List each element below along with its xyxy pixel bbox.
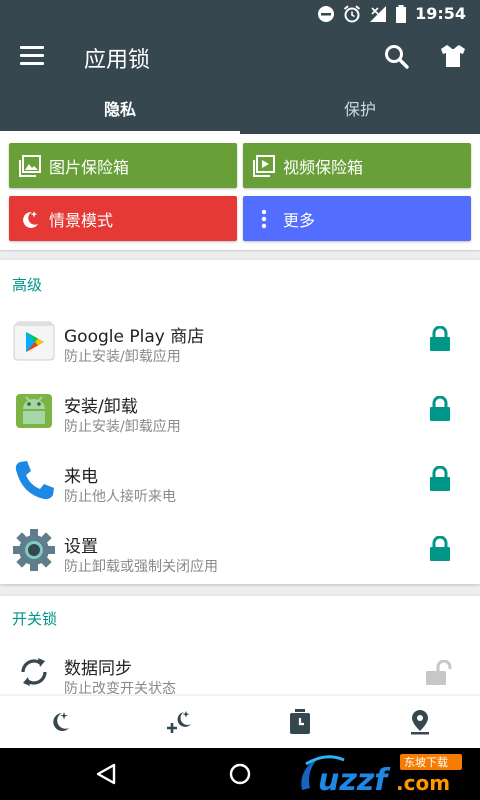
back-icon[interactable] — [94, 762, 118, 786]
menu-icon[interactable] — [20, 46, 44, 66]
list-item-google-play[interactable]: Google Play 商店 防止安装/卸载应用 — [0, 304, 480, 374]
list-item-install-uninstall[interactable]: 安装/卸载 防止安装/卸载应用 — [0, 374, 480, 444]
bottom-nav — [0, 696, 480, 748]
item-title: 数据同步 — [64, 659, 132, 679]
system-navigation-bar: uzzf .com 东坡下载 — [0, 748, 480, 800]
photo-vault-label: 图片保险箱 — [49, 157, 130, 177]
night-mode-icon — [53, 712, 69, 731]
status-bar: 19:54 — [0, 0, 480, 28]
more-button[interactable]: 更多 — [243, 196, 471, 241]
video-vault-icon — [253, 154, 275, 177]
signal-icon — [370, 5, 387, 22]
video-vault-label: 视频保险箱 — [283, 157, 364, 177]
app-bar: 应用锁 — [0, 28, 480, 86]
scene-mode-label: 情景模式 — [49, 210, 114, 230]
google-play-icon — [12, 318, 56, 362]
tab-protection[interactable]: 保护 — [240, 86, 480, 134]
list-item-incoming-call[interactable]: 来电 防止他人接听来电 — [0, 444, 480, 514]
status-icons: 19:54 — [317, 4, 466, 23]
android-icon — [12, 388, 56, 432]
page-title: 应用锁 — [84, 48, 151, 73]
item-title: Google Play 商店 — [64, 327, 205, 347]
svg-text:uzzf: uzzf — [318, 763, 391, 798]
scene-mode-button[interactable]: 情景模式 — [9, 196, 237, 241]
nav-night-mode[interactable] — [0, 696, 120, 748]
advanced-section-header: 高级 — [12, 276, 43, 294]
switch-lock-card: 开关锁 数据同步 防止改变开关状态 — [0, 596, 480, 697]
more-vert-icon — [253, 208, 275, 230]
switch-lock-section-header: 开关锁 — [12, 610, 58, 628]
nav-location-lock[interactable] — [360, 696, 480, 748]
lock-closed-icon[interactable] — [428, 466, 452, 492]
status-time: 19:54 — [415, 4, 466, 23]
advanced-card: 高级 Google Play 商店 防止安装/卸载应用 安装/卸载 防止安装/卸… — [0, 260, 480, 584]
tab-privacy[interactable]: 隐私 — [0, 86, 240, 134]
list-item-settings[interactable]: 设置 防止卸载或强制关闭应用 — [0, 514, 480, 584]
sync-icon — [12, 650, 56, 694]
search-icon[interactable] — [384, 44, 410, 70]
dnd-icon — [318, 5, 335, 22]
battery-icon — [396, 4, 407, 23]
svg-text:东坡下载: 东坡下载 — [404, 756, 448, 769]
more-label: 更多 — [283, 210, 316, 230]
item-subtitle: 防止他人接听来电 — [64, 489, 176, 505]
settings-gear-icon — [12, 528, 56, 572]
svg-text:.com: .com — [396, 771, 450, 795]
scene-mode-icon — [19, 208, 41, 230]
phone-icon — [12, 458, 56, 502]
add-night-mode-icon — [167, 711, 191, 733]
lock-closed-icon[interactable] — [428, 326, 452, 352]
item-title: 来电 — [64, 467, 98, 487]
site-watermark-logo: uzzf .com 东坡下载 — [301, 754, 462, 798]
timer-lock-icon — [290, 709, 310, 734]
location-lock-icon — [411, 710, 429, 735]
item-subtitle: 防止改变开关状态 — [64, 681, 176, 697]
lock-closed-icon[interactable] — [428, 396, 452, 422]
nav-timer-lock[interactable] — [240, 696, 360, 748]
nav-add-night-mode[interactable] — [120, 696, 240, 748]
tab-bar: 隐私 保护 — [0, 86, 480, 134]
item-title: 安装/卸载 — [64, 397, 138, 417]
item-subtitle: 防止安装/卸载应用 — [64, 419, 181, 435]
video-vault-button[interactable]: 视频保险箱 — [243, 143, 471, 188]
item-title: 设置 — [64, 537, 98, 557]
alarm-icon — [343, 4, 361, 22]
quick-actions-panel: 图片保险箱 视频保险箱 情景模式 更多 — [0, 134, 480, 250]
item-subtitle: 防止卸载或强制关闭应用 — [64, 559, 218, 575]
item-subtitle: 防止安装/卸载应用 — [64, 349, 181, 365]
photo-vault-icon — [19, 154, 41, 177]
home-icon[interactable] — [228, 762, 252, 786]
photo-vault-button[interactable]: 图片保险箱 — [9, 143, 237, 188]
theme-shirt-icon[interactable] — [440, 43, 466, 69]
lock-open-icon[interactable] — [424, 660, 452, 686]
lock-closed-icon[interactable] — [428, 536, 452, 562]
